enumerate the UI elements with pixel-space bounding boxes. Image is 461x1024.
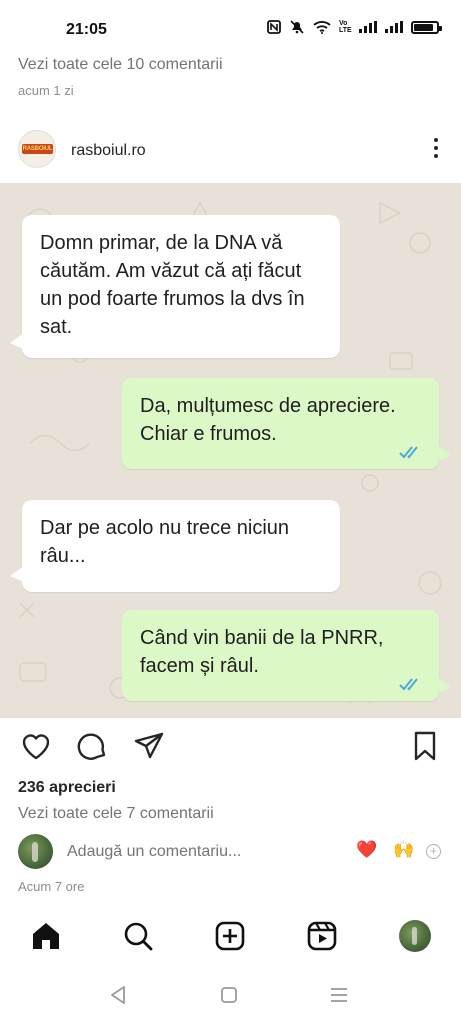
home-square-icon[interactable] [217,983,241,1007]
volte-icon: Vo LTE [339,20,352,34]
mute-vibrate-icon [290,20,304,34]
bubble-tail [10,566,24,582]
battery-icon [411,20,442,34]
chat-message-outgoing: Când vin banii de la PNRR, facem și râul… [122,610,439,701]
logo-text: RASBOIUL [22,144,53,154]
comment-icon[interactable] [77,730,109,762]
post-time: Acum 7 ore [18,879,85,894]
status-bar: 21:05 Vo LTE [0,0,461,50]
heart-icon[interactable] [20,730,52,762]
bubble-tail [10,333,24,349]
nfc-icon [267,20,281,34]
heart-emoji-button[interactable]: ❤️ [356,840,377,860]
chat-message-text: Da, mulțumesc de apreciere. Chiar e frum… [140,395,396,445]
raising-hands-emoji-button[interactable]: 🙌 [393,840,414,860]
wifi-icon [313,21,331,34]
bookmark-icon[interactable] [409,730,441,762]
bottom-navigation [0,915,461,965]
read-receipt-icon [399,678,418,691]
more-options-icon[interactable] [433,138,439,162]
current-user-avatar [18,834,53,869]
chat-message-incoming: Domn primar, de la DNA vă căutăm. Am văz… [22,215,340,358]
view-all-comments-link[interactable]: Vezi toate cele 7 comentarii [18,805,214,823]
previous-post-view-comments[interactable]: Vezi toate cele 10 comentarii [18,56,223,74]
chat-message-text: Dar pe acolo nu trece niciun râu... [40,517,290,567]
chat-message-text: Domn primar, de la DNA vă căutăm. Am văz… [40,232,305,338]
signal-icon [359,21,377,33]
back-icon[interactable] [106,983,130,1007]
status-time: 21:05 [66,21,107,38]
reels-icon[interactable] [306,920,338,952]
post-header: RASBOIUL rasboiul.ro [0,122,461,182]
bubble-tail [438,445,452,461]
recent-apps-icon[interactable] [327,983,351,1007]
signal-icon [385,21,403,33]
add-emoji-icon[interactable]: + [426,844,441,859]
status-icons: Vo LTE [267,20,442,34]
add-comment-row: ❤️ 🙌 + [0,832,461,872]
likes-count[interactable]: 236 aprecieri [18,779,116,797]
chat-message-incoming: Dar pe acolo nu trece niciun râu... [22,500,340,592]
search-icon[interactable] [122,920,154,952]
post-image-chat[interactable]: Domn primar, de la DNA vă căutăm. Am văz… [0,183,461,718]
comment-input[interactable] [67,843,337,861]
chat-message-text: Când vin banii de la PNRR, facem și râul… [140,627,384,677]
read-receipt-icon [399,446,418,459]
chat-message-outgoing: Da, mulțumesc de apreciere. Chiar e frum… [122,378,439,469]
home-icon[interactable] [30,920,62,952]
post-author-avatar[interactable]: RASBOIUL [18,130,56,168]
new-post-icon[interactable] [214,920,246,952]
post-author-username[interactable]: rasboiul.ro [71,142,146,160]
bubble-tail [438,677,452,693]
post-actions [0,730,461,766]
profile-avatar-tab[interactable] [399,920,431,952]
share-icon[interactable] [133,730,165,762]
system-navigation-bar [0,975,461,1015]
previous-post-time: acum 1 zi [18,83,74,98]
